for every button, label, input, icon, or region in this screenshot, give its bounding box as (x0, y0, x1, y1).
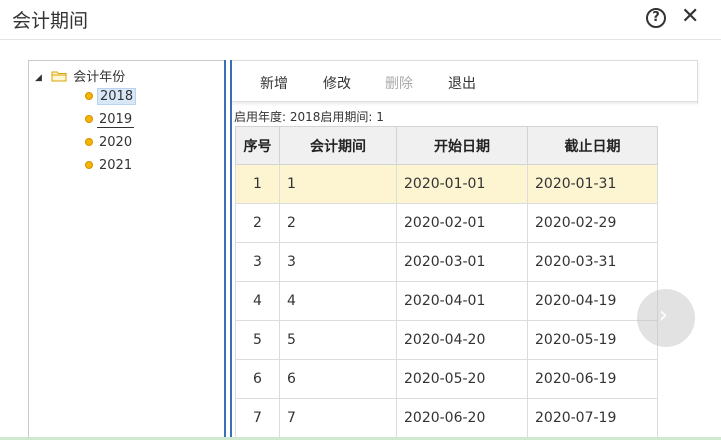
cell-period: 6 (279, 359, 397, 399)
table-row[interactable]: 1 1 2020-01-01 2020-01-31 (235, 164, 658, 204)
folder-icon (51, 71, 67, 82)
tree-item-label: 2019 (97, 112, 135, 128)
year-node-icon (85, 115, 93, 123)
question-circle-icon[interactable]: ? (646, 8, 666, 28)
tree-item-label: 2018 (97, 88, 137, 105)
cell-start-date: 2020-01-01 (396, 164, 528, 204)
delete-button[interactable]: 删除 (385, 73, 413, 93)
cell-end-date: 2020-06-19 (527, 359, 658, 399)
table-header-row: 序号 会计期间 开始日期 截止日期 (235, 126, 658, 165)
cell-seq: 7 (235, 398, 280, 438)
table-row[interactable]: 6 6 2020-05-20 2020-06-19 (235, 359, 658, 399)
cell-start-date: 2020-03-01 (396, 242, 528, 282)
enable-info: 启用年度: 2018启用期间: 1 (234, 110, 384, 124)
panel-splitter[interactable] (224, 60, 232, 440)
tree-item-2018[interactable]: 2018 (85, 88, 137, 106)
chevron-right-icon: › (659, 303, 668, 328)
cell-seq: 5 (235, 320, 280, 360)
cell-end-date: 2020-03-31 (527, 242, 658, 282)
title-bar: 会计期间 ? ✕ (0, 0, 721, 40)
cell-seq: 1 (235, 164, 280, 204)
toolbar-edge (697, 60, 698, 104)
header-end-date[interactable]: 截止日期 (527, 126, 658, 165)
cell-period: 5 (279, 320, 397, 360)
cell-period: 7 (279, 398, 397, 438)
cell-end-date: 2020-07-19 (527, 398, 658, 438)
exit-button[interactable]: 退出 (448, 73, 476, 93)
cell-seq: 2 (235, 203, 280, 243)
tree-item-label: 2021 (99, 158, 133, 173)
window-title: 会计期间 (12, 10, 89, 32)
year-node-icon (85, 138, 93, 146)
table-row[interactable]: 2 2 2020-02-01 2020-02-29 (235, 203, 658, 243)
cell-period: 4 (279, 281, 397, 321)
table-row[interactable]: 7 7 2020-06-20 2020-07-19 (235, 398, 658, 438)
table-row[interactable]: 5 5 2020-04-20 2020-05-19 (235, 320, 658, 360)
cell-period: 3 (279, 242, 397, 282)
cell-period: 1 (279, 164, 397, 204)
next-page-button[interactable]: › (637, 289, 695, 347)
tree-item-label: 2020 (99, 135, 133, 150)
cell-seq: 3 (235, 242, 280, 282)
tree-item-2021[interactable]: 2021 (85, 157, 134, 175)
cell-end-date: 2020-02-29 (527, 203, 658, 243)
header-seq[interactable]: 序号 (235, 126, 280, 165)
cell-end-date: 2020-01-31 (527, 164, 658, 204)
tree-item-2020[interactable]: 2020 (85, 134, 134, 152)
cell-start-date: 2020-04-20 (396, 320, 528, 360)
table-row[interactable]: 4 4 2020-04-01 2020-04-19 (235, 281, 658, 321)
cell-start-date: 2020-02-01 (396, 203, 528, 243)
toolbar: 新增 修改 删除 退出 (232, 60, 698, 102)
header-start-date[interactable]: 开始日期 (396, 126, 528, 165)
tree-root-label: 会计年份 (73, 70, 126, 85)
cell-seq: 4 (235, 281, 280, 321)
close-icon[interactable]: ✕ (681, 4, 699, 30)
year-tree: ◢ 会计年份 2018 2019 2020 2021 (28, 60, 224, 440)
edit-button[interactable]: 修改 (323, 73, 351, 93)
add-button[interactable]: 新增 (260, 73, 288, 93)
tree-root[interactable]: ◢ 会计年份 (35, 66, 126, 85)
year-node-icon (85, 161, 93, 169)
cell-seq: 6 (235, 359, 280, 399)
cell-period: 2 (279, 203, 397, 243)
year-node-icon (85, 92, 93, 100)
table-row[interactable]: 3 3 2020-03-01 2020-03-31 (235, 242, 658, 282)
period-table: 序号 会计期间 开始日期 截止日期 1 1 2020-01-01 2020-01… (235, 126, 658, 438)
cell-start-date: 2020-06-20 (396, 398, 528, 438)
header-period[interactable]: 会计期间 (279, 126, 397, 165)
cell-start-date: 2020-05-20 (396, 359, 528, 399)
expand-arrow-icon[interactable]: ◢ (35, 73, 47, 83)
tree-item-2019[interactable]: 2019 (85, 111, 135, 129)
cell-start-date: 2020-04-01 (396, 281, 528, 321)
